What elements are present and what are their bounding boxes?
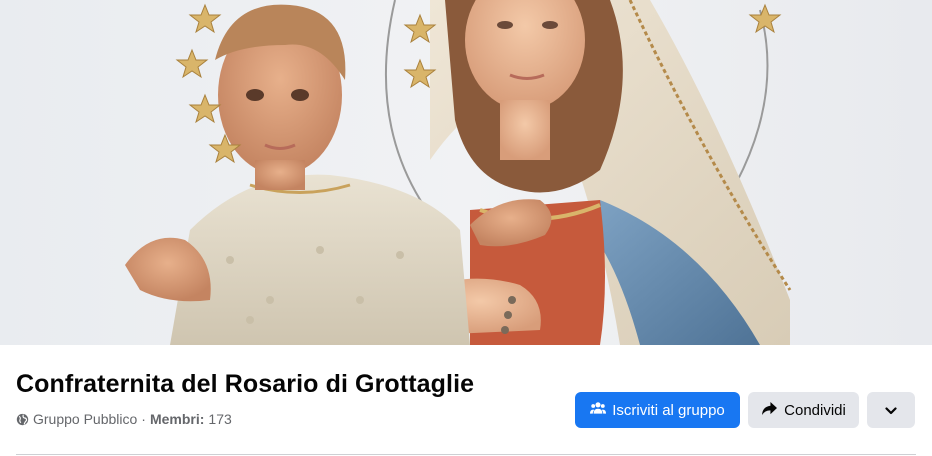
group-header: Confraternita del Rosario di Grottaglie … [0,345,932,456]
privacy-label[interactable]: Gruppo Pubblico [33,411,137,427]
share-label: Condividi [784,401,846,419]
globe-icon [16,413,29,426]
group-meta: Gruppo Pubblico · Membri: 173 [16,411,232,427]
join-group-button[interactable]: Iscriviti al gruppo [575,392,740,428]
group-title[interactable]: Confraternita del Rosario di Grottaglie [16,370,474,399]
cover-photo-image [0,0,932,345]
chevron-down-icon [885,402,897,419]
group-page: Confraternita del Rosario di Grottaglie … [0,0,932,456]
group-icon [590,401,607,419]
section-divider [16,454,916,455]
cover-photo[interactable] [0,0,932,345]
share-button[interactable]: Condividi [748,392,859,428]
join-group-label: Iscriviti al gruppo [612,401,725,419]
more-options-button[interactable] [867,392,915,428]
members-count[interactable]: 173 [208,411,231,427]
share-arrow-icon [761,401,778,420]
meta-separator: · [141,411,146,427]
members-label[interactable]: Membri: [150,411,204,427]
